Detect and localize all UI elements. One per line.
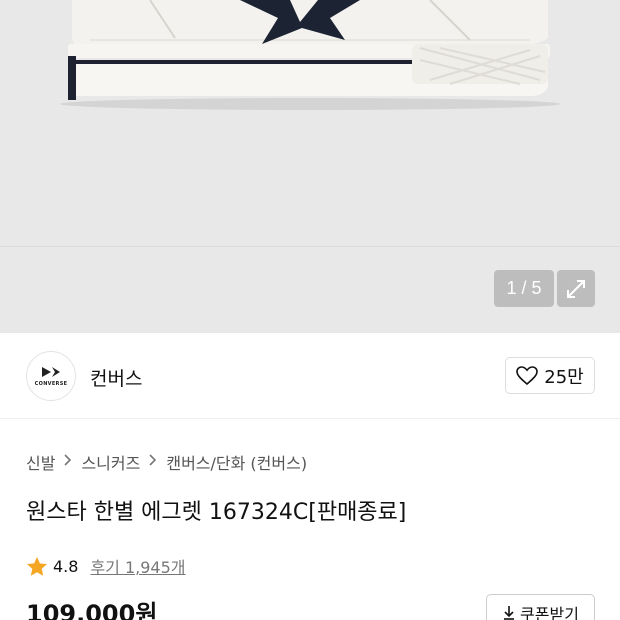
chevron-right-icon [149, 454, 157, 470]
like-button[interactable]: 25만 [505, 357, 595, 394]
product-title: 원스타 한별 에그렛 167324C[판매종료] [26, 500, 407, 525]
product-image-gallery[interactable]: 1 / 5 [0, 0, 620, 333]
converse-chevron-logo-icon [42, 367, 60, 377]
brand-logo-text: CONVERSE [34, 381, 68, 387]
product-price: 109,000원 [26, 600, 158, 620]
section-divider [0, 418, 620, 419]
download-icon [504, 606, 515, 620]
gallery-divider [0, 246, 620, 247]
star-icon [27, 556, 47, 576]
brand-logo[interactable]: CONVERSE [26, 351, 76, 401]
image-page-counter: 1 / 5 [494, 270, 554, 307]
coupon-button[interactable]: 쿠폰받기 [486, 594, 595, 620]
breadcrumb-item-shoes[interactable]: 신발 [26, 450, 55, 474]
product-image [60, 0, 560, 110]
like-count: 25만 [544, 366, 584, 388]
breadcrumb-item-sneakers[interactable]: 스니커즈 [81, 450, 140, 474]
brand-name[interactable]: 컨버스 [90, 364, 142, 391]
review-count-link[interactable]: 후기 1,945개 [90, 554, 185, 578]
coupon-label: 쿠폰받기 [520, 605, 579, 620]
expand-image-button[interactable] [557, 270, 595, 307]
heart-icon [516, 365, 539, 385]
breadcrumb: 신발 스니커즈 캔버스/단화 (컨버스) [26, 450, 307, 474]
breadcrumb-item-canvas[interactable]: 캔버스/단화 (컨버스) [166, 450, 307, 474]
chevron-right-icon [64, 454, 72, 470]
rating-score: 4.8 [53, 556, 79, 576]
expand-arrows-icon [567, 279, 585, 298]
product-rating: 4.8 후기 1,945개 [26, 554, 186, 578]
